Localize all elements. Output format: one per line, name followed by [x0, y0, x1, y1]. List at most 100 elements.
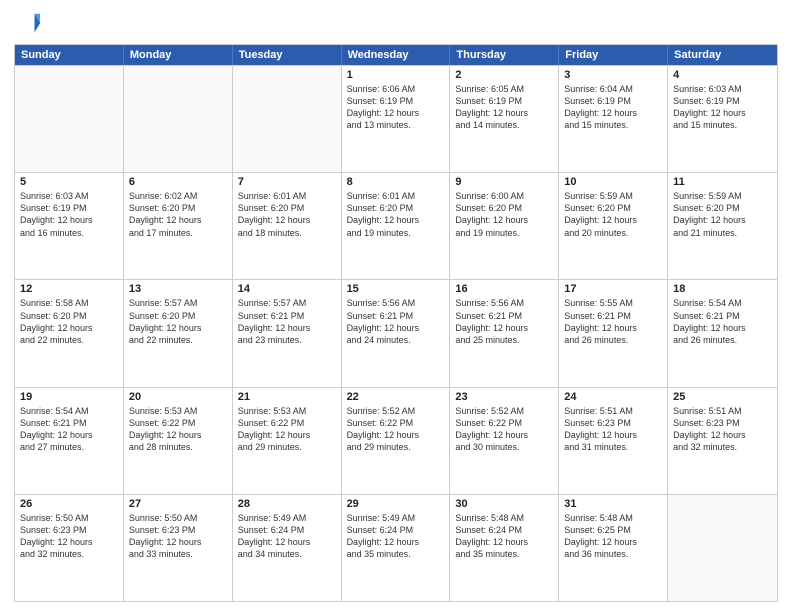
cell-text: Sunrise: 5:54 AM Sunset: 6:21 PM Dayligh…	[20, 405, 118, 454]
header	[14, 10, 778, 38]
cell-text: Sunrise: 6:03 AM Sunset: 6:19 PM Dayligh…	[20, 190, 118, 239]
cal-cell-14: 14 Sunrise: 5:57 AM Sunset: 6:21 PM Dayli…	[233, 280, 342, 386]
day-number: 2	[455, 69, 553, 81]
day-number: 13	[129, 283, 227, 295]
cell-text: Sunrise: 5:51 AM Sunset: 6:23 PM Dayligh…	[564, 405, 662, 454]
cell-text: Sunrise: 6:05 AM Sunset: 6:19 PM Dayligh…	[455, 83, 553, 132]
day-number: 30	[455, 498, 553, 510]
cal-header-wednesday: Wednesday	[342, 45, 451, 65]
day-number: 17	[564, 283, 662, 295]
cal-cell-22: 22 Sunrise: 5:52 AM Sunset: 6:22 PM Dayli…	[342, 388, 451, 494]
cal-cell-20: 20 Sunrise: 5:53 AM Sunset: 6:22 PM Dayli…	[124, 388, 233, 494]
cell-text: Sunrise: 5:48 AM Sunset: 6:25 PM Dayligh…	[564, 512, 662, 561]
cal-cell-1: 1 Sunrise: 6:06 AM Sunset: 6:19 PM Daylig…	[342, 66, 451, 172]
cell-text: Sunrise: 6:02 AM Sunset: 6:20 PM Dayligh…	[129, 190, 227, 239]
cell-text: Sunrise: 5:52 AM Sunset: 6:22 PM Dayligh…	[455, 405, 553, 454]
cell-text: Sunrise: 5:50 AM Sunset: 6:23 PM Dayligh…	[129, 512, 227, 561]
calendar: SundayMondayTuesdayWednesdayThursdayFrid…	[14, 44, 778, 602]
cal-header-saturday: Saturday	[668, 45, 777, 65]
cell-text: Sunrise: 5:49 AM Sunset: 6:24 PM Dayligh…	[347, 512, 445, 561]
cal-cell-empty-0-1	[124, 66, 233, 172]
cal-cell-19: 19Sunrise: 5:54 AM Sunset: 6:21 PM Dayli…	[15, 388, 124, 494]
cal-header-sunday: Sunday	[15, 45, 124, 65]
day-number: 7	[238, 176, 336, 188]
cell-text: Sunrise: 5:57 AM Sunset: 6:21 PM Dayligh…	[238, 297, 336, 346]
day-number: 21	[238, 391, 336, 403]
cal-header-thursday: Thursday	[450, 45, 559, 65]
cal-cell-24: 24 Sunrise: 5:51 AM Sunset: 6:23 PM Dayli…	[559, 388, 668, 494]
cal-header-monday: Monday	[124, 45, 233, 65]
day-number: 5	[20, 176, 118, 188]
day-number: 15	[347, 283, 445, 295]
day-number: 22	[347, 391, 445, 403]
cal-cell-empty-0-2	[233, 66, 342, 172]
cal-header-friday: Friday	[559, 45, 668, 65]
cal-cell-6: 6 Sunrise: 6:02 AM Sunset: 6:20 PM Daylig…	[124, 173, 233, 279]
cal-cell-empty-0-0	[15, 66, 124, 172]
logo	[14, 10, 46, 38]
day-number: 18	[673, 283, 772, 295]
day-number: 28	[238, 498, 336, 510]
cell-text: Sunrise: 6:01 AM Sunset: 6:20 PM Dayligh…	[238, 190, 336, 239]
cell-text: Sunrise: 5:52 AM Sunset: 6:22 PM Dayligh…	[347, 405, 445, 454]
cal-cell-empty-4-6	[668, 495, 777, 601]
cell-text: Sunrise: 6:03 AM Sunset: 6:19 PM Dayligh…	[673, 83, 772, 132]
page: SundayMondayTuesdayWednesdayThursdayFrid…	[0, 0, 792, 612]
cal-cell-4: 4 Sunrise: 6:03 AM Sunset: 6:19 PM Daylig…	[668, 66, 777, 172]
calendar-header: SundayMondayTuesdayWednesdayThursdayFrid…	[15, 45, 777, 65]
day-number: 1	[347, 69, 445, 81]
day-number: 6	[129, 176, 227, 188]
cal-cell-18: 18 Sunrise: 5:54 AM Sunset: 6:21 PM Dayli…	[668, 280, 777, 386]
cell-text: Sunrise: 5:53 AM Sunset: 6:22 PM Dayligh…	[129, 405, 227, 454]
cal-cell-16: 16 Sunrise: 5:56 AM Sunset: 6:21 PM Dayli…	[450, 280, 559, 386]
cal-cell-29: 29 Sunrise: 5:49 AM Sunset: 6:24 PM Dayli…	[342, 495, 451, 601]
cell-text: Sunrise: 5:56 AM Sunset: 6:21 PM Dayligh…	[347, 297, 445, 346]
cell-text: Sunrise: 5:59 AM Sunset: 6:20 PM Dayligh…	[673, 190, 772, 239]
cell-text: Sunrise: 6:04 AM Sunset: 6:19 PM Dayligh…	[564, 83, 662, 132]
cal-row-2: 12 Sunrise: 5:58 AM Sunset: 6:20 PM Dayli…	[15, 279, 777, 386]
day-number: 29	[347, 498, 445, 510]
cal-cell-10: 10 Sunrise: 5:59 AM Sunset: 6:20 PM Dayli…	[559, 173, 668, 279]
cal-cell-2: 2 Sunrise: 6:05 AM Sunset: 6:19 PM Daylig…	[450, 66, 559, 172]
cell-text: Sunrise: 6:01 AM Sunset: 6:20 PM Dayligh…	[347, 190, 445, 239]
cell-text: Sunrise: 5:55 AM Sunset: 6:21 PM Dayligh…	[564, 297, 662, 346]
day-number: 4	[673, 69, 772, 81]
day-number: 23	[455, 391, 553, 403]
cell-text: Sunrise: 5:49 AM Sunset: 6:24 PM Dayligh…	[238, 512, 336, 561]
day-number: 10	[564, 176, 662, 188]
cal-cell-8: 8 Sunrise: 6:01 AM Sunset: 6:20 PM Daylig…	[342, 173, 451, 279]
cell-text: Sunrise: 5:58 AM Sunset: 6:20 PM Dayligh…	[20, 297, 118, 346]
cell-text: Sunrise: 5:50 AM Sunset: 6:23 PM Dayligh…	[20, 512, 118, 561]
cal-cell-28: 28 Sunrise: 5:49 AM Sunset: 6:24 PM Dayli…	[233, 495, 342, 601]
day-number: 3	[564, 69, 662, 81]
day-number: 20	[129, 391, 227, 403]
day-number: 31	[564, 498, 662, 510]
cal-cell-3: 3 Sunrise: 6:04 AM Sunset: 6:19 PM Daylig…	[559, 66, 668, 172]
cell-text: Sunrise: 5:51 AM Sunset: 6:23 PM Dayligh…	[673, 405, 772, 454]
day-number: 25	[673, 391, 772, 403]
logo-icon	[14, 10, 42, 38]
cal-row-3: 19Sunrise: 5:54 AM Sunset: 6:21 PM Dayli…	[15, 387, 777, 494]
day-number: 9	[455, 176, 553, 188]
cal-cell-7: 7 Sunrise: 6:01 AM Sunset: 6:20 PM Daylig…	[233, 173, 342, 279]
day-number: 16	[455, 283, 553, 295]
cell-text: Sunrise: 5:48 AM Sunset: 6:24 PM Dayligh…	[455, 512, 553, 561]
cal-row-0: 1 Sunrise: 6:06 AM Sunset: 6:19 PM Daylig…	[15, 65, 777, 172]
day-number: 24	[564, 391, 662, 403]
day-number: 12	[20, 283, 118, 295]
cell-text: Sunrise: 5:59 AM Sunset: 6:20 PM Dayligh…	[564, 190, 662, 239]
cell-text: Sunrise: 5:56 AM Sunset: 6:21 PM Dayligh…	[455, 297, 553, 346]
cell-text: Sunrise: 6:06 AM Sunset: 6:19 PM Dayligh…	[347, 83, 445, 132]
day-number: 11	[673, 176, 772, 188]
cal-cell-30: 30 Sunrise: 5:48 AM Sunset: 6:24 PM Dayli…	[450, 495, 559, 601]
day-number: 26	[20, 498, 118, 510]
cal-cell-5: 5 Sunrise: 6:03 AM Sunset: 6:19 PM Daylig…	[15, 173, 124, 279]
calendar-body: 1 Sunrise: 6:06 AM Sunset: 6:19 PM Daylig…	[15, 65, 777, 601]
cal-cell-27: 27 Sunrise: 5:50 AM Sunset: 6:23 PM Dayli…	[124, 495, 233, 601]
day-number: 14	[238, 283, 336, 295]
cell-text: Sunrise: 6:00 AM Sunset: 6:20 PM Dayligh…	[455, 190, 553, 239]
day-number: 8	[347, 176, 445, 188]
day-number: 27	[129, 498, 227, 510]
cal-cell-26: 26 Sunrise: 5:50 AM Sunset: 6:23 PM Dayli…	[15, 495, 124, 601]
cell-text: Sunrise: 5:54 AM Sunset: 6:21 PM Dayligh…	[673, 297, 772, 346]
